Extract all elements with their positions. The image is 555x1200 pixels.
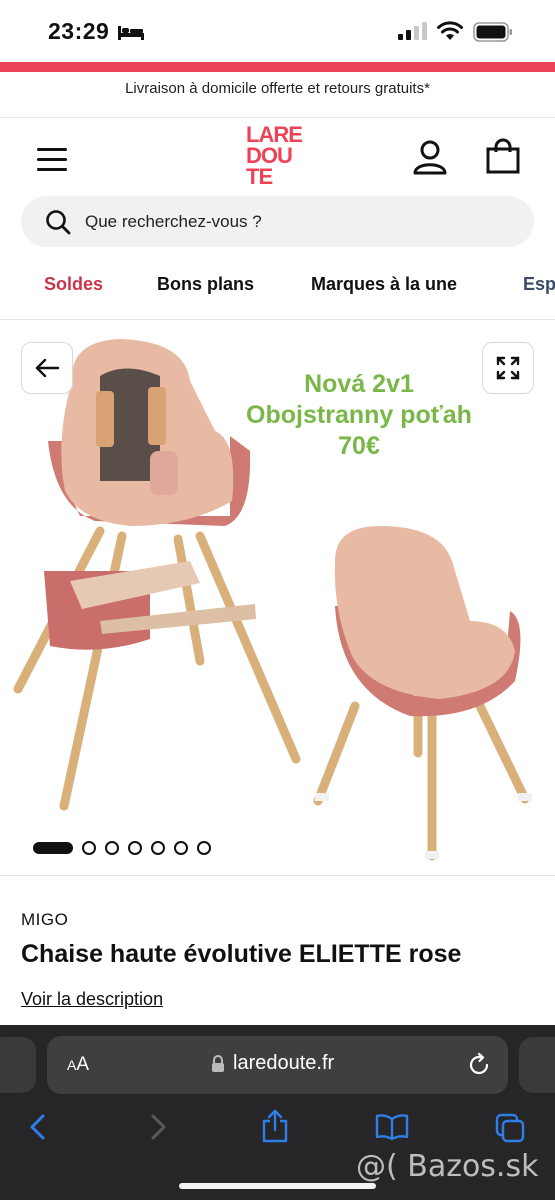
description-link[interactable]: Voir la description (21, 989, 163, 1010)
search-bar[interactable] (21, 196, 534, 247)
signal-icon (398, 22, 427, 40)
product-gallery[interactable]: Nová 2v1 Obojstranny poťah 70€ (0, 321, 555, 876)
search-input[interactable] (85, 196, 505, 247)
carousel-dot[interactable] (105, 841, 119, 855)
logo-row-1: LARE (246, 122, 303, 147)
user-icon[interactable] (412, 140, 448, 176)
promo-banner[interactable]: Livraison à domicile offerte et retours … (0, 72, 555, 118)
carousel-pagination (33, 841, 220, 855)
search-icon (46, 210, 71, 235)
home-indicator[interactable] (179, 1183, 376, 1189)
site-header: LARE DOU TE (0, 118, 555, 198)
next-tab-preview[interactable] (519, 1037, 555, 1093)
lock-icon (212, 1055, 224, 1072)
category-item-bons-plans[interactable]: Bons plans (157, 274, 254, 295)
carousel-dot[interactable] (174, 841, 188, 855)
overlay-line-1: Nová 2v1 (304, 370, 414, 398)
category-item-esp[interactable]: Esp (523, 274, 555, 295)
high-chair-right (313, 526, 532, 861)
accent-bar (0, 62, 555, 72)
browser-toolbar: AA laredoute.fr @( Bazos.sk (0, 1025, 555, 1200)
bag-icon[interactable] (485, 138, 521, 174)
status-bar: 23:29 (0, 0, 555, 62)
carousel-dot[interactable] (151, 841, 165, 855)
menu-icon[interactable] (37, 148, 67, 172)
battery-icon (473, 22, 512, 42)
logo-row-3: TE (246, 164, 273, 189)
fullscreen-button[interactable] (482, 342, 534, 394)
previous-tab-preview[interactable] (0, 1037, 36, 1093)
product-title: Chaise haute évolutive ELIETTE rose (21, 940, 462, 968)
overlay-line-2: Obojstranny poťah (246, 401, 472, 429)
wifi-icon (437, 21, 463, 40)
carousel-dot-active[interactable] (33, 842, 73, 854)
category-item-soldes[interactable]: Soldes (44, 274, 103, 295)
status-time: 23:29 (48, 18, 110, 44)
expand-icon (496, 356, 520, 380)
tabs-icon[interactable] (495, 1113, 525, 1143)
overlay-promo-text: Nová 2v1 Obojstranny poťah 70€ (226, 369, 492, 462)
share-icon[interactable] (260, 1109, 290, 1143)
reader-settings-button[interactable]: AA (67, 1054, 89, 1076)
product-brand[interactable]: MIGO (21, 910, 68, 930)
overlay-line-3: 70€ (338, 432, 380, 460)
promo-text: Livraison à domicile offerte et retours … (125, 80, 430, 97)
watermark: @( Bazos.sk (356, 1149, 539, 1184)
logo-row-2: DOU (246, 143, 293, 168)
carousel-dot[interactable] (128, 841, 142, 855)
site-logo[interactable]: LARE DOU TE (246, 124, 314, 188)
reload-icon[interactable] (467, 1053, 491, 1077)
bookmarks-icon[interactable] (375, 1113, 409, 1141)
bed-icon (118, 26, 144, 40)
forward-arrow-icon[interactable] (148, 1113, 168, 1141)
arrow-left-icon (35, 358, 60, 378)
address-bar[interactable]: AA laredoute.fr (47, 1036, 508, 1094)
category-nav: Soldes Bons plans Marques à la une Esp (0, 262, 555, 320)
url-text: laredoute.fr (233, 1052, 335, 1074)
category-item-marques[interactable]: Marques à la une (311, 274, 457, 295)
carousel-dot[interactable] (82, 841, 96, 855)
carousel-dot[interactable] (197, 841, 211, 855)
back-button[interactable] (21, 342, 73, 394)
back-arrow-icon[interactable] (28, 1113, 48, 1141)
